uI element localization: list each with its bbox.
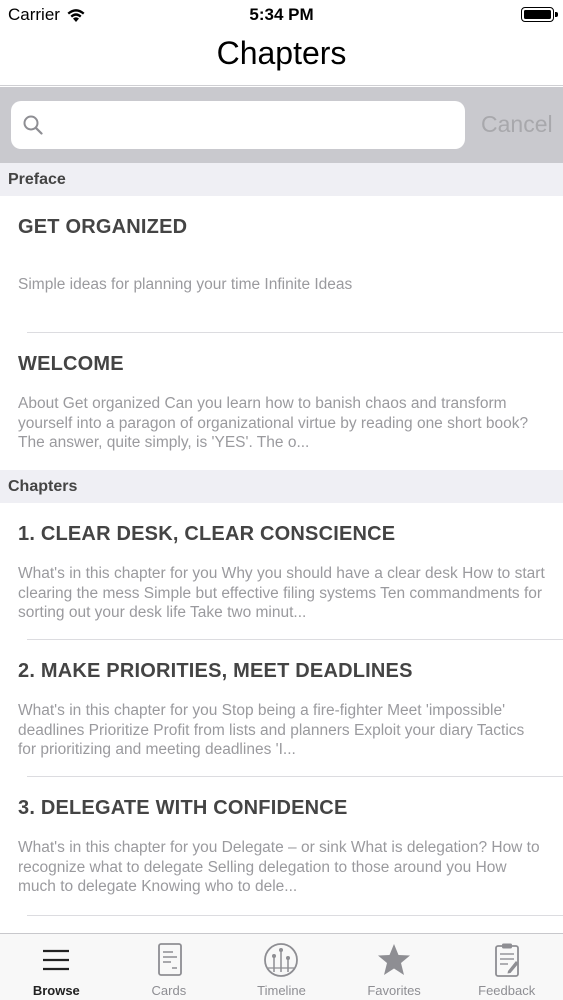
divider bbox=[27, 915, 563, 916]
tab-label: Timeline bbox=[257, 983, 306, 998]
tab-label: Cards bbox=[151, 983, 187, 998]
list-item-title: GET ORGANIZED bbox=[18, 216, 188, 238]
list-item[interactable]: 1. CLEAR DESK, CLEAR CONSCIENCE What's i… bbox=[0, 503, 563, 640]
search-field[interactable] bbox=[11, 101, 465, 149]
tab-label: Browse bbox=[32, 983, 80, 998]
search-bar: Cancel bbox=[0, 87, 563, 163]
list-item-title: 2. MAKE PRIORITIES, MEET DEADLINES bbox=[18, 660, 413, 682]
page-title: Chapters bbox=[216, 35, 347, 71]
list-item-description: What's in this chapter for you Why you s… bbox=[18, 565, 545, 621]
section-header-preface: Preface bbox=[0, 163, 563, 196]
list-item-description: What's in this chapter for you Stop bein… bbox=[18, 702, 525, 758]
list-item[interactable]: 2. MAKE PRIORITIES, MEET DEADLINES What'… bbox=[0, 640, 563, 777]
list-icon bbox=[43, 949, 70, 971]
search-icon bbox=[23, 115, 43, 135]
tab-favorites[interactable]: Favorites bbox=[338, 934, 451, 1000]
list-item[interactable]: 3. DELEGATE WITH CONFIDENCE What's in th… bbox=[0, 777, 563, 916]
section-header-chapters: Chapters bbox=[0, 470, 563, 503]
tab-label: Feedback bbox=[478, 983, 536, 998]
navigation-bar: Chapters bbox=[0, 30, 563, 86]
list-item[interactable]: WELCOME About Get organized Can you lear… bbox=[0, 333, 563, 470]
tab-timeline[interactable]: Timeline bbox=[225, 934, 338, 1000]
list-item[interactable]: GET ORGANIZED Simple ideas for planning … bbox=[0, 196, 563, 333]
chapter-list[interactable]: Preface GET ORGANIZED Simple ideas for p… bbox=[0, 163, 563, 933]
star-icon bbox=[378, 944, 411, 975]
status-time: 5:34 PM bbox=[249, 5, 314, 24]
tab-feedback[interactable]: Feedback bbox=[450, 934, 563, 1000]
tab-bar: Browse Cards Timeline Favorites Feedback bbox=[0, 933, 563, 1000]
list-item-title: 3. DELEGATE WITH CONFIDENCE bbox=[18, 797, 348, 819]
tab-cards[interactable]: Cards bbox=[113, 934, 226, 1000]
list-item-title: 1. CLEAR DESK, CLEAR CONSCIENCE bbox=[18, 523, 396, 545]
cards-icon bbox=[157, 943, 182, 976]
cancel-button[interactable]: Cancel bbox=[481, 111, 553, 138]
tab-label: Favorites bbox=[367, 983, 421, 998]
list-item-description: Simple ideas for planning your time Infi… bbox=[18, 276, 353, 293]
clipboard-icon bbox=[494, 943, 519, 977]
list-item-title: WELCOME bbox=[18, 353, 124, 375]
list-item-description: What's in this chapter for you Delegate … bbox=[18, 839, 540, 895]
status-bar: Carrier 5:34 PM bbox=[0, 0, 563, 30]
battery-icon bbox=[521, 7, 558, 22]
tab-browse[interactable]: Browse bbox=[0, 934, 113, 1000]
list-item-description: About Get organized Can you learn how to… bbox=[18, 395, 529, 451]
search-input[interactable] bbox=[53, 109, 453, 141]
timeline-icon bbox=[264, 943, 299, 977]
